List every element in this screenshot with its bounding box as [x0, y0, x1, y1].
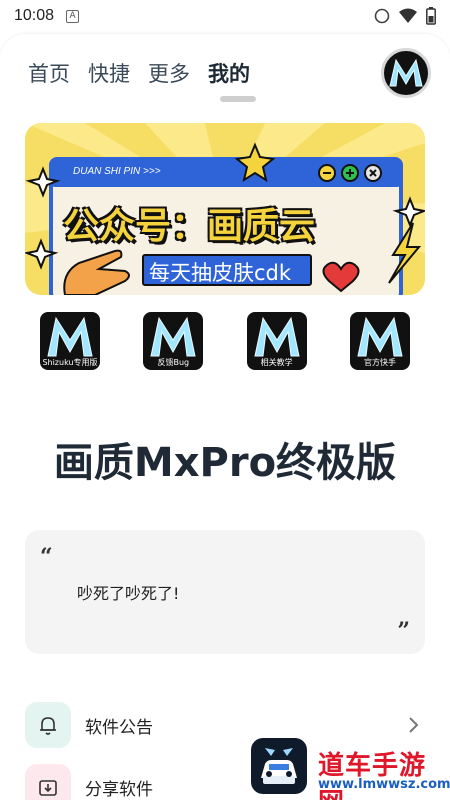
banner-subline: 每天抽皮肤cdk: [149, 261, 292, 285]
car-icon: [261, 748, 297, 784]
menu-item-share-label: 分享软件: [85, 779, 153, 800]
share-icon-tile: [25, 764, 71, 800]
quick-kuaishou-label: 官方快手: [363, 358, 396, 367]
mx-logo-icon: [389, 58, 423, 87]
notification-a-icon: A: [66, 9, 80, 23]
wifi-icon: [399, 8, 417, 23]
chevron-right-icon: [409, 717, 419, 733]
quote-text: 吵死了吵死了!: [77, 584, 180, 603]
tab-home[interactable]: 首页: [28, 58, 70, 88]
app-title: 画质MxPro终极版: [53, 440, 397, 486]
quick-actions: Shizuku专用版 反馈Bug 相关教学 官方快手: [40, 312, 410, 370]
menu-item-announcement-label: 软件公告: [85, 717, 153, 738]
mx-logo-icon: [47, 316, 93, 357]
watermark-logo: [251, 738, 307, 794]
status-right-group: [374, 7, 436, 25]
tab-shortcuts[interactable]: 快捷: [88, 58, 130, 88]
promo-banner[interactable]: DUAN SHI PIN >>> 公众号：画质云 每天抽皮肤cdk: [25, 123, 425, 295]
tab-more[interactable]: 更多: [148, 58, 190, 88]
watermark-url: www.lmwwsz.com: [318, 777, 450, 792]
quick-kuaishou-button[interactable]: 官方快手: [349, 312, 410, 370]
quote-close-mark: ”: [397, 618, 410, 644]
drag-handle[interactable]: [220, 96, 256, 102]
quick-shizuku-label: Shizuku专用版: [42, 358, 98, 367]
bell-icon-tile: [25, 702, 71, 748]
menu-item-announcement[interactable]: 软件公告: [25, 701, 425, 749]
quote-open-mark: “: [40, 544, 53, 570]
mx-logo-icon: [357, 316, 403, 357]
avatar[interactable]: [381, 48, 431, 98]
battery-icon: [426, 7, 436, 25]
quick-tutorial-button[interactable]: 相关教学: [246, 312, 307, 370]
banner-headline: 公众号：画质云: [63, 206, 316, 247]
status-time: 10:08: [14, 7, 55, 24]
mx-logo-icon: [150, 316, 196, 357]
top-tabs: 首页 快捷 更多 我的: [28, 58, 250, 88]
tab-mine[interactable]: 我的: [208, 58, 250, 88]
quick-feedback-button[interactable]: 反馈Bug: [143, 312, 204, 370]
bell-icon: [40, 717, 56, 735]
status-bar: 10:08 A: [0, 0, 450, 32]
mx-logo-icon: [254, 316, 300, 357]
quick-tutorial-label: 相关教学: [260, 358, 293, 367]
dnd-circle-icon: [374, 8, 390, 24]
quote-card: “ 吵死了吵死了! ”: [25, 530, 425, 654]
quick-shizuku-button[interactable]: Shizuku专用版: [40, 312, 100, 370]
quick-feedback-label: 反馈Bug: [157, 358, 190, 367]
share-download-icon: [39, 780, 57, 796]
banner-window-title: DUAN SHI PIN >>>: [73, 166, 161, 177]
